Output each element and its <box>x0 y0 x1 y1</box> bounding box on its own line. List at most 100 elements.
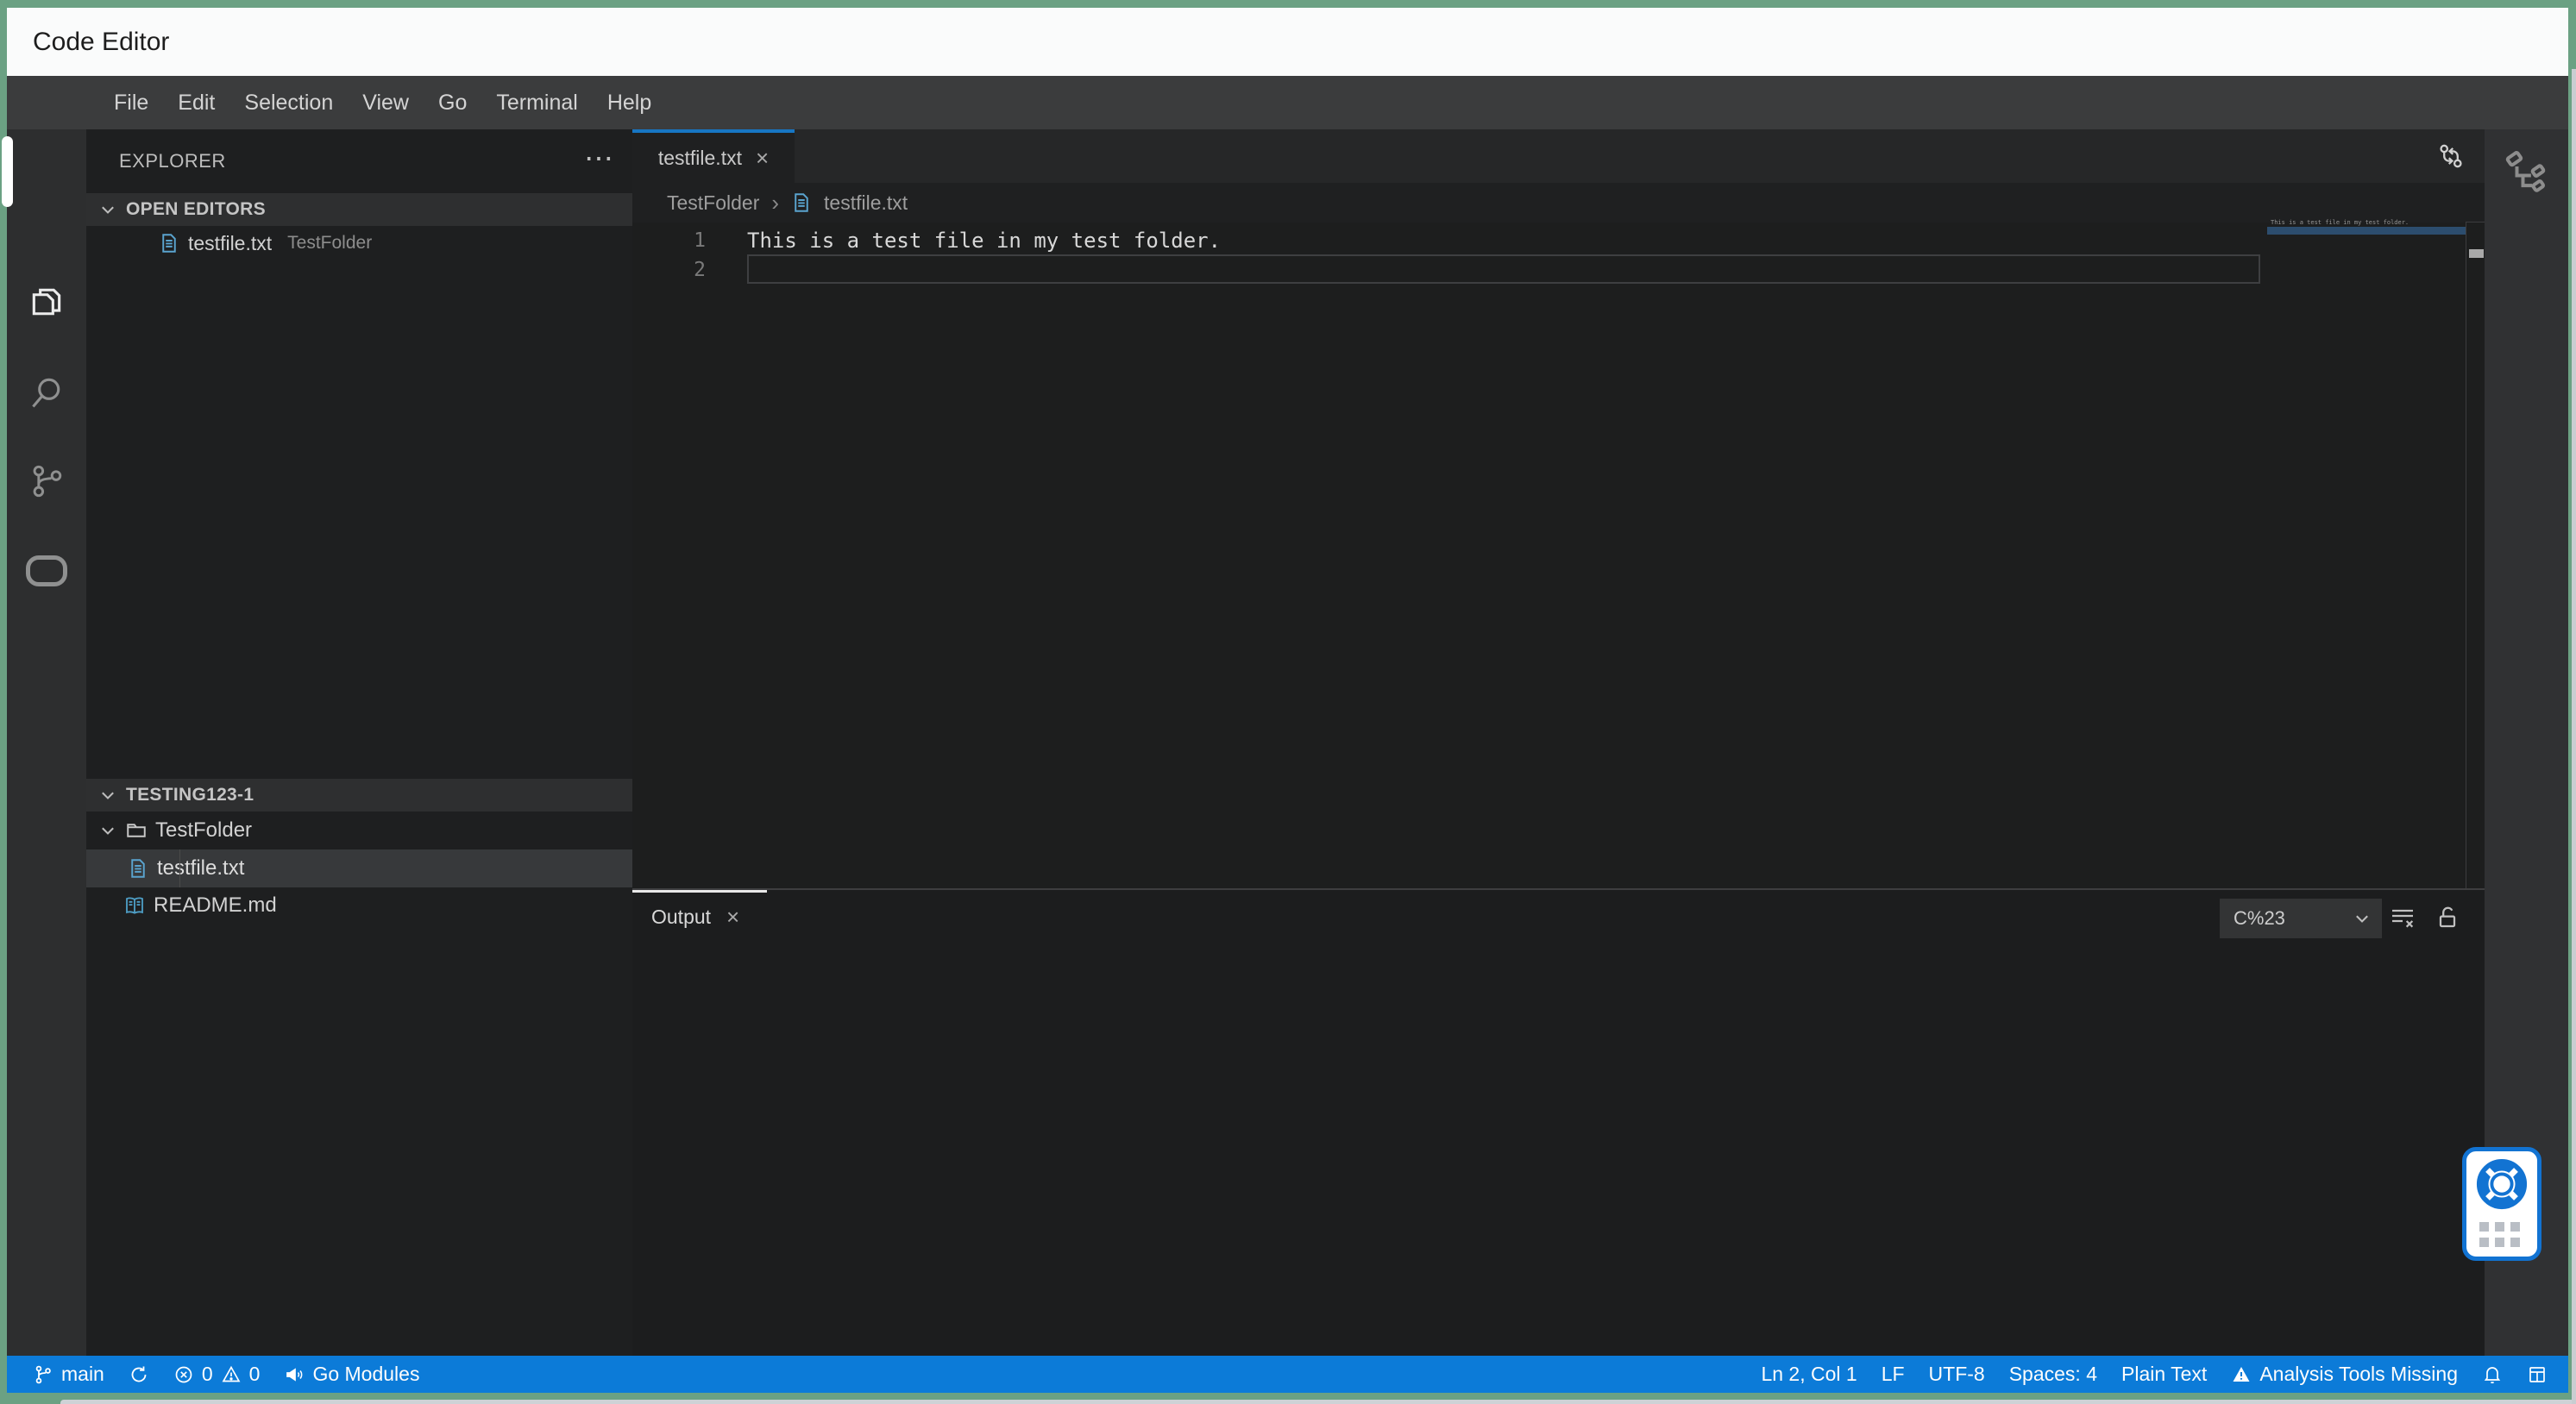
window-title: Code Editor <box>33 27 170 56</box>
minimap-line: This is a test file in my test folder. <box>2271 219 2410 226</box>
warning-icon <box>221 1364 242 1385</box>
go-modules-label: Go Modules <box>312 1363 420 1385</box>
git-branch-icon <box>33 1364 53 1385</box>
breadcrumb: TestFolder › testfile.txt <box>632 183 2485 223</box>
drag-dots-icon[interactable] <box>2479 1222 2524 1247</box>
warning-filled-icon <box>2231 1364 2252 1385</box>
open-editor-file-folder: TestFolder <box>287 233 373 253</box>
right-edge-highlight <box>2572 69 2576 1404</box>
minimap-current-line <box>2267 227 2466 235</box>
compare-changes-icon[interactable] <box>2436 141 2466 171</box>
line-number: 2 <box>694 259 706 281</box>
chevron-down-icon <box>98 786 117 805</box>
open-editor-file-name: testfile.txt <box>188 231 273 254</box>
editor-region: testfile.txt × TestFolder › testfile.txt <box>632 129 2485 1356</box>
extensions-oval-icon[interactable] <box>26 550 67 592</box>
minimap[interactable]: This is a test file in my test folder. <box>2267 218 2466 891</box>
search-icon[interactable] <box>26 372 67 413</box>
explorer-icon[interactable] <box>26 281 67 323</box>
folder-name: TestFolder <box>155 818 253 842</box>
menu-bar: File Edit Selection View Go Terminal Hel… <box>7 76 2568 129</box>
workspace-section[interactable]: TESTING123-1 <box>86 779 632 812</box>
oval-shape <box>26 555 67 586</box>
encoding-indicator[interactable]: UTF-8 <box>1929 1363 1985 1386</box>
unlock-icon[interactable] <box>2435 904 2463 931</box>
sync-button[interactable] <box>129 1364 149 1385</box>
tree-file-readme[interactable]: README.md <box>86 887 670 924</box>
editor-tab-bar: testfile.txt × <box>632 129 2485 183</box>
life-ring-icon <box>2475 1157 2529 1211</box>
language-mode[interactable]: Plain Text <box>2121 1363 2207 1386</box>
menu-terminal[interactable]: Terminal <box>481 76 592 129</box>
chevron-right-icon: › <box>771 189 780 216</box>
close-icon[interactable]: × <box>756 147 769 169</box>
problems-status[interactable]: 0 0 <box>173 1363 261 1386</box>
tab-label: testfile.txt <box>657 146 742 169</box>
current-line-highlight <box>747 254 2260 284</box>
analysis-tools-label: Analysis Tools Missing <box>2259 1363 2458 1385</box>
open-editor-testfile[interactable]: testfile.txt TestFolder <box>86 226 705 260</box>
folder-icon <box>126 820 147 841</box>
clear-output-icon[interactable] <box>2389 904 2416 931</box>
panel-layout-icon[interactable] <box>2527 1364 2548 1385</box>
close-icon[interactable]: × <box>726 906 739 928</box>
text-file-icon <box>791 192 812 213</box>
explorer-title: EXPLORER <box>119 150 226 172</box>
go-modules-status[interactable]: Go Modules <box>284 1363 419 1386</box>
active-view-indicator <box>2 136 13 207</box>
open-editors-label: OPEN EDITORS <box>126 199 266 219</box>
output-channel-select[interactable]: C%23 <box>2220 899 2382 938</box>
workflow-icon[interactable] <box>2502 148 2550 197</box>
chevron-down-icon <box>98 200 117 219</box>
breadcrumb-folder[interactable]: TestFolder <box>667 191 759 215</box>
panel-tab-output[interactable]: Output <box>651 906 711 929</box>
menu-selection[interactable]: Selection <box>229 76 348 129</box>
code-line-1[interactable]: 1 This is a test file in my test folder. <box>632 226 2466 255</box>
markdown-book-icon <box>124 895 145 916</box>
explorer-sidebar: EXPLORER ⋯ OPEN EDITORS testfile.txt Tes… <box>86 129 674 1356</box>
chevron-down-icon <box>98 821 117 840</box>
tree-folder-testfolder[interactable]: TestFolder <box>86 812 644 849</box>
scrollbar-thumb[interactable] <box>2469 249 2484 258</box>
error-icon <box>173 1364 194 1385</box>
title-bar: Code Editor <box>7 8 2568 76</box>
workspace-label: TESTING123-1 <box>126 785 254 805</box>
status-right: Ln 2, Col 1 LF UTF-8 Spaces: 4 Plain Tex… <box>1761 1363 2548 1386</box>
analysis-tools-warning[interactable]: Analysis Tools Missing <box>2231 1363 2458 1386</box>
explorer-header: EXPLORER ⋯ <box>86 129 632 193</box>
status-left: main 0 0 Go Modules <box>33 1363 419 1386</box>
breadcrumb-file[interactable]: testfile.txt <box>824 191 908 215</box>
branch-status[interactable]: main <box>33 1363 104 1386</box>
sync-icon <box>129 1364 149 1385</box>
code-area[interactable]: 1 This is a test file in my test folder.… <box>632 223 2466 890</box>
line-text: This is a test file in my test folder. <box>747 229 1222 253</box>
megaphone-icon <box>284 1364 305 1385</box>
eol-indicator[interactable]: LF <box>1882 1363 1905 1386</box>
error-count: 0 <box>201 1363 213 1385</box>
menu-go[interactable]: Go <box>424 76 481 129</box>
app-window: Code Editor File Edit Selection View Go … <box>0 0 2576 1404</box>
activity-bar: ⚙ <box>7 129 86 1356</box>
menu-help[interactable]: Help <box>593 76 666 129</box>
menu-view[interactable]: View <box>348 76 424 129</box>
more-actions-icon[interactable]: ⋯ <box>584 141 613 176</box>
menu-file[interactable]: File <box>99 76 163 129</box>
branch-name: main <box>61 1363 104 1385</box>
indentation-indicator[interactable]: Spaces: 4 <box>2009 1363 2097 1386</box>
open-editors-section[interactable]: OPEN EDITORS <box>86 193 632 226</box>
chevron-down-icon <box>2353 909 2372 928</box>
menu-edit[interactable]: Edit <box>163 76 229 129</box>
bottom-edge-highlight <box>60 1400 2576 1404</box>
tab-testfile[interactable]: testfile.txt × <box>632 129 795 183</box>
cursor-position[interactable]: Ln 2, Col 1 <box>1761 1363 1857 1386</box>
assistant-widget[interactable] <box>2462 1147 2541 1261</box>
notifications-bell-icon[interactable] <box>2482 1364 2503 1385</box>
source-control-icon[interactable] <box>26 461 67 502</box>
scrollbar-track[interactable] <box>2466 222 2485 890</box>
tree-file-testfile-selected[interactable]: testfile.txt <box>86 849 674 887</box>
status-bar: main 0 0 Go Modules Ln 2, Col 1 LF UTF-8… <box>7 1356 2568 1393</box>
output-panel: Output × C%23 <box>632 890 2485 1356</box>
panel-header: Output × <box>632 893 1409 941</box>
warning-count: 0 <box>248 1363 261 1385</box>
window-bottom-edge <box>0 1393 2576 1404</box>
